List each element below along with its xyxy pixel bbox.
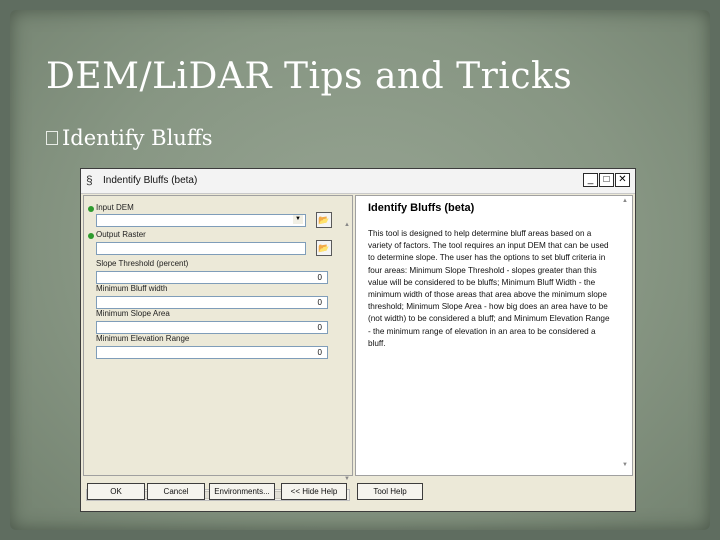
param-label-input-dem: Input DEM [96, 203, 134, 212]
min-slope-area-field[interactable]: 0 [96, 321, 328, 334]
min-bluff-width-field[interactable]: 0 [96, 296, 328, 309]
param-vertical-scrollbar[interactable]: ▲ ▼ [342, 222, 352, 486]
bullet-box-icon [46, 131, 58, 145]
browse-input-dem-button[interactable]: 📂 [316, 212, 332, 228]
help-text: This tool is designed to help determine … [368, 229, 610, 348]
chevron-down-icon[interactable]: ▼ [293, 215, 303, 224]
browse-output-raster-button[interactable]: 📂 [316, 240, 332, 256]
bullet-item: Identify Bluffs [46, 126, 213, 150]
tool-help-button[interactable]: Tool Help [357, 483, 423, 500]
environments-button[interactable]: Environments... [209, 483, 275, 500]
maximize-button[interactable]: □ [599, 173, 614, 187]
tool-icon: § [86, 173, 93, 187]
required-dot-icon [88, 233, 94, 239]
scroll-up-icon[interactable]: ▲ [342, 222, 352, 232]
param-label-slope-threshold: Slope Threshold (percent) [96, 259, 189, 268]
bullet-text: Identify Bluffs [62, 126, 213, 150]
ok-button[interactable]: OK [87, 483, 145, 500]
help-vertical-scrollbar[interactable]: ▲ ▼ [620, 198, 630, 473]
scroll-down-icon[interactable]: ▼ [620, 462, 630, 472]
slide-title: DEM/LiDAR Tips and Tricks [46, 56, 573, 97]
tool-dialog: § Indentify Bluffs (beta) _ □ ✕ Input DE… [80, 168, 636, 512]
hide-help-button[interactable]: << Hide Help [281, 483, 347, 500]
param-label-output-raster: Output Raster [96, 230, 146, 239]
required-dot-icon [88, 206, 94, 212]
title-bar[interactable]: § Indentify Bluffs (beta) _ □ ✕ [81, 169, 635, 194]
help-pane: Identify Bluffs (beta) This tool is desi… [355, 195, 633, 476]
cancel-button[interactable]: Cancel [147, 483, 205, 500]
output-raster-field[interactable] [96, 242, 306, 255]
parameters-pane: Input DEM ▼ 📂 Output Raster 📂 Slope Thre… [83, 195, 353, 501]
window-title: Indentify Bluffs (beta) [103, 175, 198, 186]
help-title: Identify Bluffs (beta) [368, 202, 475, 214]
close-button[interactable]: ✕ [615, 173, 630, 187]
minimize-button[interactable]: _ [583, 173, 598, 187]
param-label-min-slope-area: Minimum Slope Area [96, 309, 170, 318]
param-label-min-elevation-range: Minimum Elevation Range [96, 334, 190, 343]
input-dem-select[interactable] [96, 214, 306, 227]
slope-threshold-field[interactable]: 0 [96, 271, 328, 284]
min-elevation-range-field[interactable]: 0 [96, 346, 328, 359]
scroll-up-icon[interactable]: ▲ [620, 198, 630, 208]
param-label-min-bluff-width: Minimum Bluff width [96, 284, 168, 293]
